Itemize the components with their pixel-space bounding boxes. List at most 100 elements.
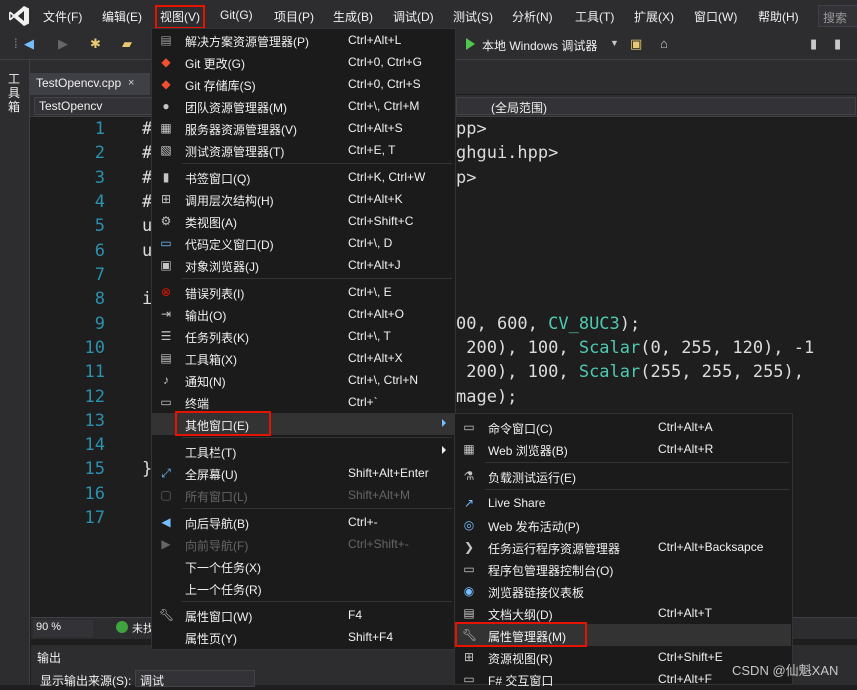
- zoom-dropdown[interactable]: 90 %: [33, 620, 93, 637]
- menu-separator: [182, 601, 452, 602]
- left-tool-strip: [0, 60, 30, 685]
- submenu-item-package-manager[interactable]: ▭ 程序包管理器控制台(O): [455, 558, 792, 580]
- scope-dropdown[interactable]: (全局范围): [456, 97, 856, 115]
- tab-close-icon[interactable]: ×: [128, 77, 134, 89]
- forward-icon[interactable]: ▶: [58, 36, 68, 52]
- run-dropdown-icon[interactable]: ▼: [610, 38, 619, 48]
- property-manager-highlight-box: [455, 622, 587, 647]
- solution-explorer-icon: ▤: [160, 33, 172, 47]
- menu-window[interactable]: 窗口(W): [694, 8, 737, 25]
- new-item-icon[interactable]: ✱: [90, 36, 101, 52]
- view-menu-item-previous-task[interactable]: 上一个任务(R): [152, 577, 455, 599]
- browser-icon[interactable]: ⌂: [660, 36, 668, 51]
- web-browser-icon: ▦: [463, 442, 475, 456]
- error-list-icon: ⊗: [160, 285, 172, 299]
- menu-separator: [485, 462, 790, 463]
- object-browser-icon: ▣: [160, 258, 172, 272]
- line-number: 3: [94, 168, 105, 188]
- view-menu-item-toolbars[interactable]: 工具栏(T): [152, 440, 455, 462]
- line-number: 1: [94, 119, 105, 139]
- view-menu-item-all-windows[interactable]: ▢ 所有窗口(L) Shift+Alt+M: [152, 484, 455, 506]
- view-menu-item-call-hierarchy[interactable]: ⊞ 调用层次结构(H) Ctrl+Alt+K: [152, 188, 455, 210]
- view-menu-item-test-explorer[interactable]: ▧ 测试资源管理器(T) Ctrl+E, T: [152, 139, 455, 161]
- menu-separator: [182, 278, 452, 279]
- run-debugger-button[interactable]: 本地 Windows 调试器: [482, 37, 597, 54]
- line-number: 11: [84, 362, 105, 382]
- code-fragment: ghgui.hpp>: [456, 143, 559, 163]
- submenu-item-web-publish[interactable]: ◎ Web 发布活动(P): [455, 514, 792, 536]
- project-dropdown[interactable]: TestOpencv: [34, 97, 154, 115]
- team-explorer-icon: ●: [162, 99, 170, 113]
- attach-icon[interactable]: ▣: [630, 36, 642, 52]
- view-menu-item-output[interactable]: ⇥ 输出(O) Ctrl+Alt+O: [152, 303, 455, 325]
- view-menu-item-error-list[interactable]: ⊗ 错误列表(I) Ctrl+\, E: [152, 281, 455, 303]
- view-menu-item-next-task[interactable]: 下一个任务(X): [152, 555, 455, 577]
- menu-tools[interactable]: 工具(T): [575, 8, 614, 25]
- back-icon[interactable]: ◀: [24, 36, 34, 52]
- toolbox-tab[interactable]: 工具箱: [8, 72, 22, 114]
- class-view-icon: ⚙: [160, 214, 172, 228]
- view-menu-item-task-list[interactable]: ☰ 任务列表(K) Ctrl+\, T: [152, 325, 455, 347]
- view-menu-item-server-explorer[interactable]: ▦ 服务器资源管理器(V) Ctrl+Alt+S: [152, 117, 455, 139]
- view-menu-item-code-definition[interactable]: ▭ 代码定义窗口(D) Ctrl+\, D: [152, 232, 455, 254]
- output-source-dropdown[interactable]: 调试: [135, 670, 255, 688]
- open-folder-icon[interactable]: ▰: [122, 36, 132, 52]
- visual-studio-logo-icon[interactable]: [8, 5, 30, 27]
- view-menu-item-properties-window[interactable]: 🔧︎ 属性窗口(W) F4: [152, 604, 455, 626]
- view-menu-highlight-box: [155, 5, 205, 29]
- code-fragment: p>: [456, 168, 477, 188]
- view-menu-item-class-view[interactable]: ⚙ 类视图(A) Ctrl+Shift+C: [152, 210, 455, 232]
- submenu-item-web-browser[interactable]: ▦ Web 浏览器(B) Ctrl+Alt+R: [455, 438, 792, 460]
- submenu-item-command-window[interactable]: ▭ 命令窗口(C) Ctrl+Alt+A: [455, 416, 792, 438]
- menu-extensions[interactable]: 扩展(X): [634, 8, 674, 25]
- submenu-item-browser-link[interactable]: ◉ 浏览器链接仪表板: [455, 580, 792, 602]
- view-menu-item-bookmarks[interactable]: ▮ 书签窗口(Q) Ctrl+K, Ctrl+W: [152, 166, 455, 188]
- line-number: 13: [84, 411, 105, 431]
- menu-test[interactable]: 测试(S): [453, 8, 493, 25]
- submenu-arrow-icon: [442, 446, 446, 454]
- navigate-forward-icon: ▶: [161, 537, 171, 551]
- menu-analyze[interactable]: 分析(N): [512, 8, 553, 25]
- no-issues-icon: [116, 621, 128, 633]
- bookmark-toolbar-icon[interactable]: ▮: [810, 36, 817, 52]
- menu-edit[interactable]: 编辑(E): [102, 8, 142, 25]
- view-menu-item-terminal[interactable]: ▭ 终端 Ctrl+`: [152, 391, 455, 413]
- line-number: 7: [94, 265, 105, 285]
- code-definition-icon: ▭: [160, 236, 172, 250]
- menu-project[interactable]: 项目(P): [274, 8, 314, 25]
- menu-help[interactable]: 帮助(H): [758, 8, 799, 25]
- output-icon: ⇥: [160, 307, 172, 321]
- view-menu-item-git-changes[interactable]: ◆ Git 更改(G) Ctrl+0, Ctrl+G: [152, 51, 455, 73]
- submenu-arrow-icon: [442, 419, 446, 427]
- view-menu-item-team-explorer[interactable]: ● 团队资源管理器(M) Ctrl+\, Ctrl+M: [152, 95, 455, 117]
- wrench-icon: 🔧︎: [159, 608, 175, 622]
- toolbox-icon: ▤: [160, 351, 172, 365]
- submenu-item-load-test[interactable]: ⚗ 负载测试运行(E): [455, 465, 792, 487]
- live-share-icon: ↗: [463, 496, 475, 510]
- submenu-item-task-runner[interactable]: ❯ 任务运行程序资源管理器 Ctrl+Alt+Backsapce: [455, 536, 792, 558]
- view-menu-item-property-pages[interactable]: 属性页(Y) Shift+F4: [152, 626, 455, 648]
- command-window-icon: ▭: [463, 420, 475, 434]
- view-menu-item-navigate-back[interactable]: ◀ 向后导航(B) Ctrl+-: [152, 511, 455, 533]
- menu-git[interactable]: Git(G): [220, 8, 253, 22]
- bookmark-prev-icon[interactable]: ▮: [834, 36, 841, 52]
- view-menu-item-object-browser[interactable]: ▣ 对象浏览器(J) Ctrl+Alt+J: [152, 254, 455, 276]
- view-menu-item-fullscreen[interactable]: ⤢ 全屏幕(U) Shift+Alt+Enter: [152, 462, 455, 484]
- watermark: CSDN @仙魁XAN: [732, 663, 839, 678]
- view-menu-item-toolbox[interactable]: ▤ 工具箱(X) Ctrl+Alt+X: [152, 347, 455, 369]
- view-menu-item-solution-explorer[interactable]: ▤ 解决方案资源管理器(P) Ctrl+Alt+L: [152, 29, 455, 51]
- resource-view-icon: ⊞: [463, 650, 475, 664]
- submenu-item-live-share[interactable]: ↗ Live Share: [455, 492, 792, 514]
- view-menu-item-notifications[interactable]: ♪ 通知(N) Ctrl+\, Ctrl+N: [152, 369, 455, 391]
- document-outline-icon: ▤: [463, 606, 475, 620]
- menu-debug[interactable]: 调试(D): [393, 8, 434, 25]
- line-number: 12: [84, 387, 105, 407]
- menu-separator: [182, 163, 452, 164]
- menu-build[interactable]: 生成(B): [333, 8, 373, 25]
- start-debug-icon[interactable]: [466, 38, 475, 50]
- menu-file[interactable]: 文件(F): [43, 8, 82, 25]
- submenu-item-document-outline[interactable]: ▤ 文档大纲(D) Ctrl+Alt+T: [455, 602, 792, 624]
- search-box[interactable]: 搜索: [818, 5, 857, 27]
- view-menu-item-git-repository[interactable]: ◆ Git 存储库(S) Ctrl+0, Ctrl+S: [152, 73, 455, 95]
- view-menu-item-navigate-forward[interactable]: ▶ 向前导航(F) Ctrl+Shift+-: [152, 533, 455, 555]
